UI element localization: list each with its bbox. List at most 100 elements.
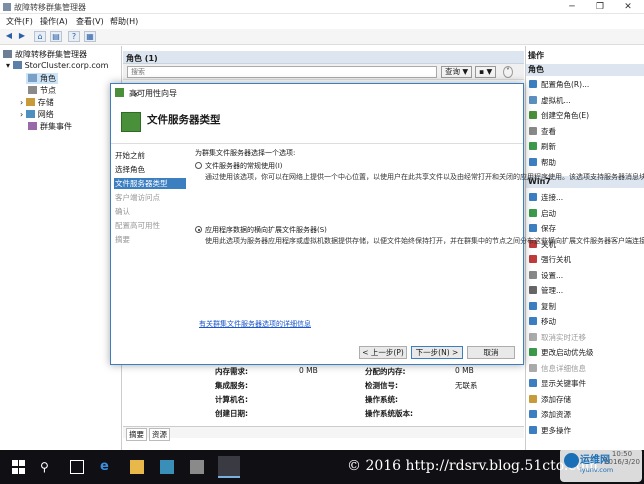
tree-cluster[interactable]: ▾ StorCluster.corp.com [6, 61, 108, 70]
action-vm-9[interactable]: 取消实时迁移 [529, 332, 586, 343]
action-vm-11[interactable]: 信息详细信息 [529, 363, 586, 374]
next-button[interactable]: 下一步(N) > [411, 346, 463, 359]
server-manager-icon[interactable] [160, 460, 174, 474]
option-prompt: 为群集文件服务器选择一个选项: [195, 149, 296, 157]
menu-file[interactable]: 文件(F) [6, 16, 33, 27]
tree-item-events[interactable]: 群集事件 [28, 121, 72, 132]
maximize-button[interactable]: ❐ [586, 1, 614, 13]
action-vm-10[interactable]: 更改启动优先级 [529, 347, 594, 358]
edge-browser-icon[interactable]: e [100, 460, 114, 474]
windows-start-icon[interactable] [12, 460, 26, 474]
action-icon [529, 332, 537, 341]
action-icon [529, 255, 537, 263]
collapse-chevron-icon[interactable]: ˅ [503, 66, 513, 78]
cluster-manager-icon [3, 50, 12, 58]
back-arrow-icon[interactable]: ◀ [3, 31, 15, 42]
tree-item-storage[interactable]: › 存储 [20, 97, 54, 108]
query-button[interactable]: 查询 ▼ [441, 66, 473, 78]
radio-scale-out[interactable]: 应用程序数据的横向扩展文件服务器(S) [195, 225, 327, 235]
action-role-0[interactable]: 配置角色(R)... [529, 79, 589, 90]
dialog-titlebar: 高可用性向导 ✕ [111, 84, 523, 100]
action-icon [529, 193, 537, 201]
actions-section-roles: 角色 [526, 64, 644, 76]
step-summary: 摘要 [115, 235, 130, 244]
task-view-icon[interactable] [70, 460, 84, 474]
action-vm-4[interactable]: 强行关机 [529, 254, 571, 265]
wizard-dialog: 高可用性向导 ✕ 文件服务器类型 开始之前 选择角色 文件服务器类型 客户端访问… [110, 83, 644, 365]
file-server-icon [121, 112, 141, 132]
powershell-icon[interactable] [190, 460, 204, 474]
action-vm-1[interactable]: 启动 [529, 208, 556, 219]
action-icon [529, 95, 537, 104]
action-vm-13[interactable]: 添加存储 [529, 394, 571, 405]
minimize-button[interactable]: ─ [558, 1, 586, 13]
logo-globe-icon [564, 453, 579, 468]
cluster-manager-task[interactable] [218, 456, 240, 478]
wizard-icon [115, 88, 124, 97]
action-icon [529, 286, 537, 294]
action-vm-2[interactable]: 保存 [529, 223, 556, 234]
action-vm-7[interactable]: 复制 [529, 301, 556, 312]
step-configure-ha: 配置高可用性 [115, 221, 160, 230]
action-role-3[interactable]: 查看 [529, 126, 556, 137]
close-button[interactable]: ✕ [614, 1, 642, 13]
navigation-tree: 故障转移群集管理器 ▾ StorCluster.corp.com 角色 节点 ›… [0, 46, 122, 450]
tree-item-networks[interactable]: › 网络 [20, 109, 54, 120]
action-icon [529, 111, 537, 119]
action-vm-0[interactable]: 连接... [529, 192, 563, 203]
step-select-role: 选择角色 [115, 165, 145, 174]
roles-header: 角色 (1) [123, 51, 524, 64]
action-icon [529, 80, 537, 88]
radio-general-use[interactable]: 文件服务器的常规使用(I) [195, 161, 283, 171]
events-icon [28, 122, 37, 130]
file-explorer-icon[interactable] [130, 460, 144, 474]
action-role-1[interactable]: 虚拟机... [529, 95, 571, 106]
action-vm-5[interactable]: 设置... [529, 270, 563, 281]
dialog-header: 文件服务器类型 [111, 100, 523, 144]
save-query-button[interactable]: ▪ ▼ [475, 66, 497, 78]
tree-item-nodes[interactable]: 节点 [28, 85, 56, 96]
tab-summary[interactable]: 摘要 [126, 428, 147, 441]
dialog-heading: 文件服务器类型 [147, 114, 221, 126]
action-role-4[interactable]: 刷新 [529, 141, 556, 152]
tree-item-roles[interactable]: 角色 [26, 73, 58, 84]
step-confirmation: 确认 [115, 207, 130, 216]
search-input[interactable] [127, 66, 437, 78]
show-tree-icon[interactable]: ▤ [50, 31, 62, 42]
action-icon [529, 224, 537, 232]
app-icon [3, 3, 11, 11]
wizard-steps: 开始之前 选择角色 文件服务器类型 客户端访问点 确认 配置高可用性 摘要 [111, 144, 187, 364]
actions-header: 操作 [526, 50, 644, 62]
step-client-access-point: 客户端访问点 [115, 193, 160, 202]
storage-icon [25, 98, 35, 106]
action-vm-8[interactable]: 移动 [529, 316, 556, 327]
menu-action[interactable]: 操作(A) [40, 16, 68, 27]
step-file-server-type: 文件服务器类型 [114, 178, 186, 189]
actions-pane: 操作 角色 配置角色(R)... 虚拟机... 创建空角色(E) 查看 刷新 帮助 Win… [525, 46, 644, 450]
action-role-5[interactable]: 帮助 [529, 157, 556, 168]
previous-button[interactable]: < 上一步(P) [359, 346, 407, 359]
action-vm-14[interactable]: 添加资源 [529, 409, 571, 420]
action-vm-6[interactable]: 管理... [529, 285, 563, 296]
tree-root[interactable]: 故障转移群集管理器 [3, 49, 87, 60]
search-icon[interactable]: ⚲ [40, 460, 54, 474]
help-icon[interactable]: ? [68, 31, 80, 42]
radio-general-use-circle[interactable] [195, 162, 202, 169]
up-folder-icon[interactable]: ⌂ [34, 31, 46, 42]
action-icon [529, 379, 537, 387]
details-link[interactable]: 有关群集文件服务器选项的详细信息 [199, 319, 311, 329]
wizard-content: 为群集文件服务器选择一个选项: 文件服务器的常规使用(I) 通过使用该选项，你可… [195, 144, 644, 364]
scale-out-description: 使用此选项为服务器应用程序或虚拟机数据提供存储，以便文件始终保持打开，并在群集中… [205, 237, 644, 245]
properties-icon[interactable]: ▦ [84, 31, 96, 42]
cancel-button[interactable]: 取消 [467, 346, 515, 359]
action-vm-12[interactable]: 显示关键事件 [529, 378, 586, 389]
menu-view[interactable]: 查看(V) [76, 16, 104, 27]
forward-arrow-icon[interactable]: ▶ [16, 31, 28, 42]
action-icon [529, 126, 537, 135]
taskbar-clock[interactable]: 10:50 2016/3/20 [604, 450, 640, 466]
action-vm-15[interactable]: 更多操作 [529, 425, 571, 436]
action-role-2[interactable]: 创建空角色(E) [529, 110, 589, 121]
tab-resources[interactable]: 资源 [149, 428, 170, 441]
radio-scale-out-circle[interactable] [195, 226, 202, 233]
menu-help[interactable]: 帮助(H) [110, 16, 138, 27]
